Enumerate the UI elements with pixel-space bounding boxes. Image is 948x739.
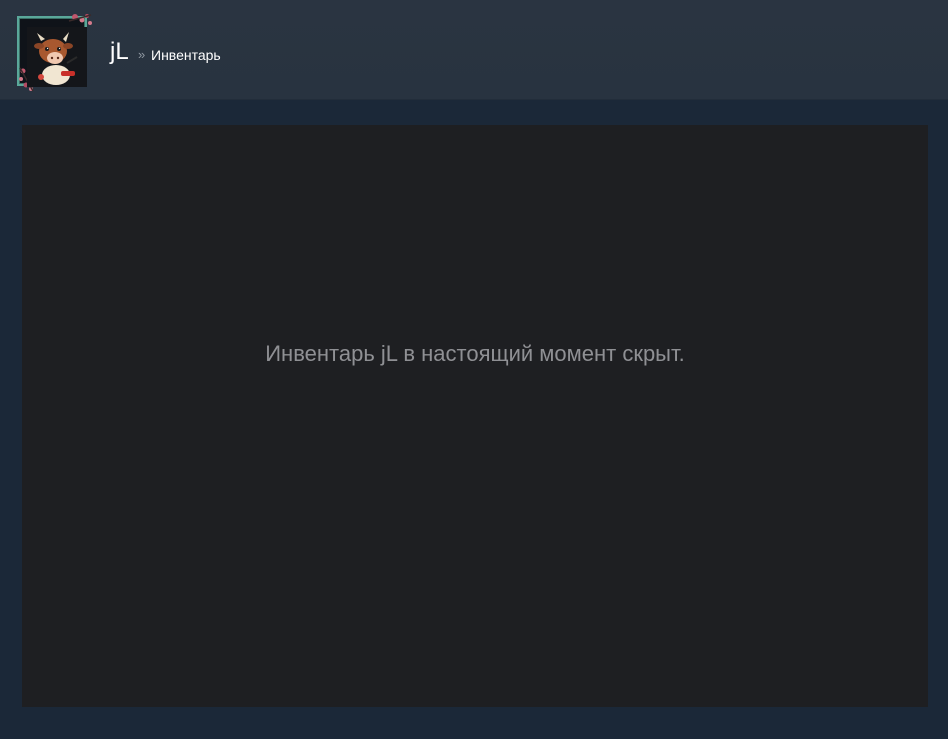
inventory-hidden-message: Инвентарь jL в настоящий момент скрыт. (265, 341, 685, 366)
inventory-page: jL » Инвентарь Инвентарь jL в настоящий … (0, 0, 948, 739)
persona-name[interactable]: jL (110, 38, 129, 66)
breadcrumb-inventory-link[interactable]: Инвентарь (151, 47, 221, 63)
inventory-panel: Инвентарь jL в настоящий момент скрыт. (22, 125, 928, 707)
avatar[interactable] (17, 14, 92, 92)
cartoon-cow-avatar-icon (19, 14, 92, 92)
profile-header: jL » Инвентарь (0, 0, 948, 100)
breadcrumb-separator: » (138, 47, 146, 62)
